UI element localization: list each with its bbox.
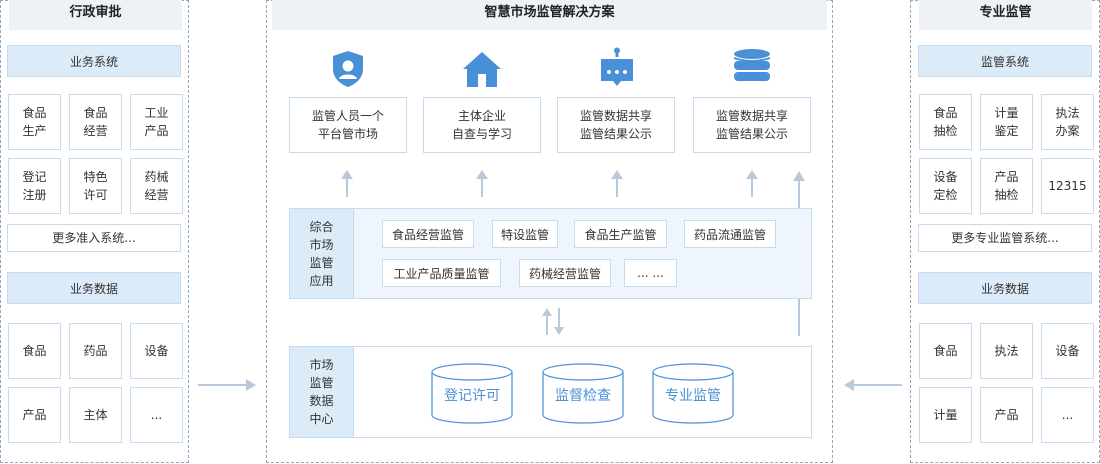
- business-data-item-4[interactable]: 产品: [8, 387, 61, 443]
- right-business-data-item-4[interactable]: 计量: [919, 387, 972, 443]
- supervision-system-item-6-text: 12315: [1048, 179, 1087, 193]
- database-professional-label: 专业监管: [665, 388, 721, 404]
- right-panel-title: 专业监管: [919, 0, 1092, 30]
- supervision-system-item-4-text: 设备: [933, 170, 958, 184]
- app-label-line-4: 应用: [309, 273, 334, 288]
- right-business-data-item-2[interactable]: 执法: [980, 323, 1033, 379]
- app-label-line-3: 监管: [309, 255, 334, 270]
- supervision-system-item-1-text: 抽检: [933, 124, 958, 138]
- supervision-system-item-4-text: 定检: [933, 188, 958, 202]
- business-data-item-1[interactable]: 食品: [8, 323, 61, 379]
- business-system-item-5-text: 特色: [83, 170, 108, 184]
- database-registration[interactable]: 登记许可: [431, 363, 513, 425]
- business-data-item-2[interactable]: 药品: [69, 323, 122, 379]
- supervision-system-item-5[interactable]: 产品 抽检: [980, 158, 1033, 214]
- right-business-data-item-1[interactable]: 食品: [919, 323, 972, 379]
- database-inspection-label: 监督检查: [555, 388, 611, 404]
- market-supervision-data-center: 市场 监管 数据 中心 登记许可 监督检查 专业监管: [289, 346, 812, 438]
- data-label-line-2: 监管: [309, 376, 334, 390]
- business-system-item-1-text: 食品: [22, 106, 47, 120]
- supervision-system-item-6[interactable]: 12315: [1041, 158, 1094, 214]
- business-system-item-3[interactable]: 工业 产品: [130, 94, 183, 150]
- right-business-data-header: 业务数据: [918, 272, 1092, 304]
- app-drug-device-operation[interactable]: 药械经营监管: [519, 259, 611, 287]
- business-data-item-3[interactable]: 设备: [130, 323, 183, 379]
- database-inspection[interactable]: 监督检查: [542, 363, 624, 425]
- app-food-operation[interactable]: 食品经营监管: [382, 220, 474, 248]
- business-data-item-5-text: 主体: [83, 408, 108, 422]
- business-system-header: 业务系统: [7, 45, 181, 77]
- right-panel: 专业监管 监管系统 食品 抽检 计量 鉴定 执法 办案 设备 定检 产品 抽检 12315 更多专业…: [910, 0, 1100, 463]
- integrated-supervision-app-region: 综合 市场 监管 应用 食品经营监管 特设监管 食品生产监管 药品流通监管 工业…: [289, 208, 812, 299]
- business-data-item-3-text: 设备: [144, 344, 169, 358]
- business-system-item-6-text: 经营: [144, 188, 169, 202]
- business-system-item-6[interactable]: 药械 经营: [130, 158, 183, 214]
- right-business-data-item-4-text: 计量: [933, 408, 958, 422]
- business-data-item-6[interactable]: ...: [130, 387, 183, 443]
- supervision-system-item-3-text: 办案: [1055, 124, 1080, 138]
- supervision-system-item-4[interactable]: 设备 定检: [919, 158, 972, 214]
- supervision-system-item-2-text: 鉴定: [994, 124, 1019, 138]
- left-panel-title: 行政审批: [9, 0, 182, 30]
- business-system-item-1[interactable]: 食品 生产: [8, 94, 61, 150]
- business-system-item-6-text: 药械: [144, 170, 169, 184]
- app-region-label: 综合 市场 监管 应用: [290, 209, 354, 298]
- business-system-item-2[interactable]: 食品 经营: [69, 94, 122, 150]
- app-more[interactable]: ... ...: [624, 259, 677, 287]
- app-special-equipment[interactable]: 特设监管: [492, 220, 558, 248]
- right-business-data-item-2-text: 执法: [994, 344, 1019, 358]
- business-data-item-4-text: 产品: [22, 408, 47, 422]
- supervision-system-item-2[interactable]: 计量 鉴定: [980, 94, 1033, 150]
- left-panel: 行政审批 业务系统 食品 生产 食品 经营 工业 产品 登记 注册 特色 许可 药械 经营 更多准入系…: [0, 0, 189, 463]
- business-system-item-2-text: 经营: [83, 124, 108, 138]
- data-label-line-4: 中心: [309, 412, 334, 426]
- business-system-item-2-text: 食品: [83, 106, 108, 120]
- right-business-data-item-3-text: 设备: [1055, 344, 1080, 358]
- right-to-center-arrow: [844, 379, 902, 391]
- business-data-item-1-text: 食品: [22, 344, 47, 358]
- business-system-item-4-text: 登记: [22, 170, 47, 184]
- supervision-system-item-3-text: 执法: [1055, 106, 1080, 120]
- right-business-data-item-6[interactable]: ...: [1041, 387, 1094, 443]
- data-label-line-3: 数据: [309, 394, 334, 408]
- business-data-item-6-text: ...: [150, 408, 163, 422]
- business-data-header: 业务数据: [7, 272, 181, 304]
- business-system-item-5[interactable]: 特色 许可: [69, 158, 122, 214]
- database-registration-label: 登记许可: [444, 388, 500, 404]
- app-drug-circulation[interactable]: 药品流通监管: [684, 220, 776, 248]
- business-system-item-1-text: 生产: [22, 124, 47, 138]
- supervision-system-header: 监管系统: [918, 45, 1092, 77]
- supervision-system-item-3[interactable]: 执法 办案: [1041, 94, 1094, 150]
- app-label-line-2: 市场: [309, 237, 334, 252]
- supervision-system-item-5-text: 产品: [994, 170, 1019, 184]
- business-system-item-4[interactable]: 登记 注册: [8, 158, 61, 214]
- business-system-item-5-text: 许可: [83, 188, 108, 202]
- business-data-item-2-text: 药品: [83, 344, 108, 358]
- center-panel: 智慧市场监管解决方案 监管人员一个 平台管市场 主体企业 自查与学习 监管数据共…: [266, 0, 833, 463]
- business-system-item-3-text: 工业: [144, 106, 169, 120]
- left-to-center-arrow: [198, 379, 256, 391]
- business-system-item-3-text: 产品: [144, 124, 169, 138]
- business-data-item-5[interactable]: 主体: [69, 387, 122, 443]
- database-professional[interactable]: 专业监管: [652, 363, 734, 425]
- data-center-label: 市场 监管 数据 中心: [290, 347, 354, 437]
- more-professional-systems[interactable]: 更多专业监管系统...: [918, 224, 1092, 252]
- right-business-data-item-5[interactable]: 产品: [980, 387, 1033, 443]
- supervision-system-item-1[interactable]: 食品 抽检: [919, 94, 972, 150]
- right-business-data-item-6-text: ...: [1061, 408, 1074, 422]
- more-access-systems[interactable]: 更多准入系统...: [7, 224, 181, 252]
- app-industrial-quality[interactable]: 工业产品质量监管: [382, 259, 501, 287]
- app-food-production[interactable]: 食品生产监管: [574, 220, 667, 248]
- right-business-data-item-3[interactable]: 设备: [1041, 323, 1094, 379]
- business-system-item-4-text: 注册: [22, 188, 47, 202]
- app-label-line-1: 综合: [309, 219, 334, 234]
- data-label-line-1: 市场: [309, 358, 334, 372]
- right-business-data-item-5-text: 产品: [994, 408, 1019, 422]
- supervision-system-item-5-text: 抽检: [994, 188, 1019, 202]
- supervision-system-item-1-text: 食品: [933, 106, 958, 120]
- right-business-data-item-1-text: 食品: [933, 344, 958, 358]
- supervision-system-item-2-text: 计量: [994, 106, 1019, 120]
